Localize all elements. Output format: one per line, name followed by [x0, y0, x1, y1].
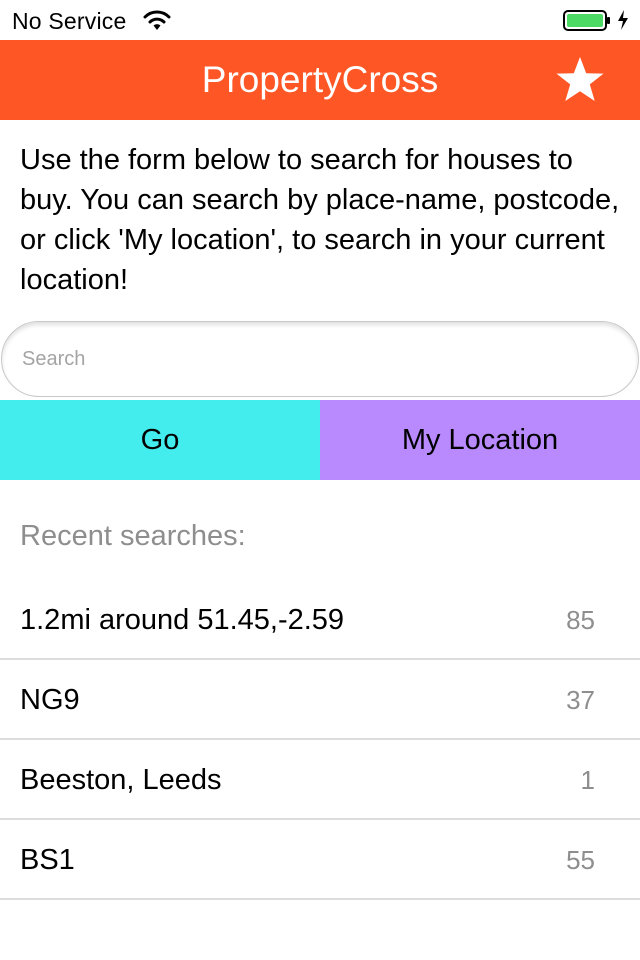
search-place-label: Beeston, Leeds [20, 764, 222, 796]
recent-searches-list: 1.2mi around 51.45,-2.59 85 NG9 37 Beest… [0, 580, 640, 900]
search-place-label: NG9 [20, 684, 80, 716]
intro-text: Use the form below to search for houses … [20, 144, 620, 296]
battery-icon [563, 10, 610, 31]
result-count: 1 [580, 765, 595, 795]
search-place-label: BS1 [20, 844, 75, 876]
go-button[interactable]: Go [0, 400, 320, 480]
list-item[interactable]: NG9 37 [0, 660, 640, 740]
wifi-icon [143, 10, 171, 30]
app-title: PropertyCross [201, 59, 439, 100]
list-item[interactable]: Beeston, Leeds 1 [0, 740, 640, 820]
recent-searches-header: Recent searches: [20, 520, 246, 552]
search-place-label: 1.2mi around 51.45,-2.59 [20, 604, 345, 636]
search-input[interactable] [1, 321, 639, 397]
list-item[interactable]: 1.2mi around 51.45,-2.59 85 [0, 580, 640, 660]
bolt-icon [618, 10, 628, 30]
status-bar: No Service [0, 0, 640, 40]
my-location-button[interactable]: My Location [320, 400, 640, 480]
star-icon[interactable] [555, 56, 605, 104]
list-item[interactable]: BS1 55 [0, 820, 640, 900]
nav-bar: PropertyCross [0, 40, 640, 120]
result-count: 55 [566, 845, 595, 875]
carrier-label: No Service [12, 8, 127, 34]
search-bar [0, 320, 640, 400]
result-count: 37 [566, 685, 595, 715]
result-count: 85 [566, 605, 595, 635]
